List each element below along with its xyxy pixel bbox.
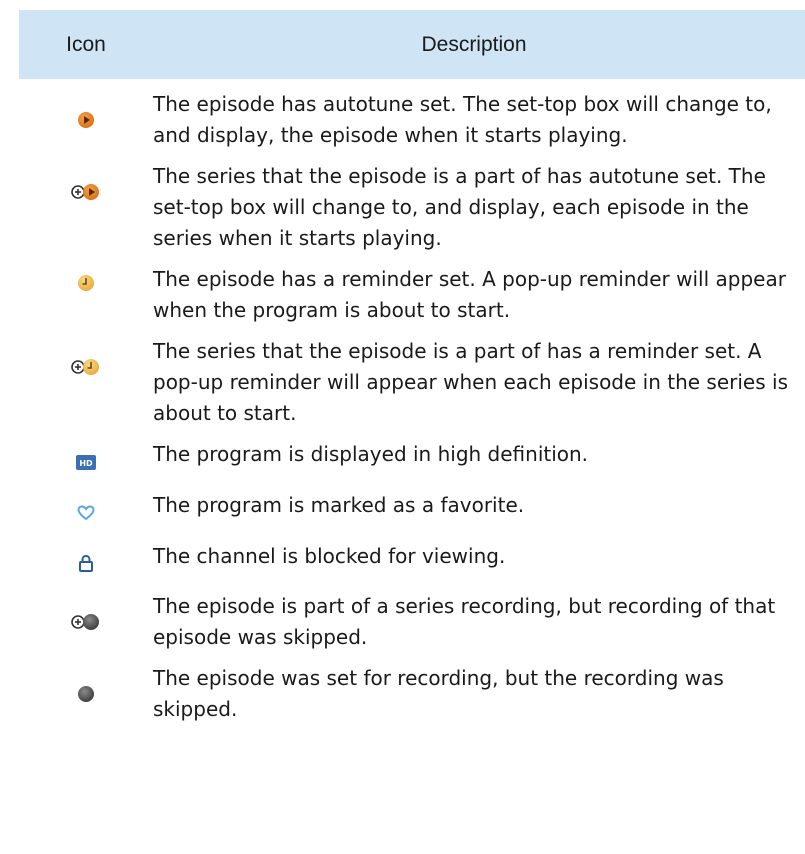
row-description: The episode has autotune set. The set-to… xyxy=(153,92,772,147)
row-description: The episode has a reminder set. A pop-up… xyxy=(153,267,786,322)
row-description: The series that the episode is a part of… xyxy=(153,164,766,250)
row-description: The channel is blocked for viewing. xyxy=(153,544,506,568)
series-reminder-icon xyxy=(71,355,101,379)
row-description: The series that the episode is a part of… xyxy=(153,339,788,425)
table-header: Icon Description xyxy=(19,10,805,79)
header-description-column: Description xyxy=(421,32,527,56)
reminder-icon xyxy=(71,271,101,295)
table-row: The episode has autotune set. The set-to… xyxy=(19,89,805,151)
table-row: The program is marked as a favorite. xyxy=(19,490,805,525)
table-row: HD The program is displayed in high defi… xyxy=(19,439,805,474)
hd-icon: HD xyxy=(71,450,101,474)
table-row: The series that the episode is a part of… xyxy=(19,336,805,429)
favorite-heart-icon xyxy=(71,501,101,525)
table-row: The channel is blocked for viewing. xyxy=(19,541,805,575)
table-row: The series that the episode is a part of… xyxy=(19,161,805,254)
table-row: The episode has a reminder set. A pop-up… xyxy=(19,264,805,326)
lock-icon xyxy=(71,551,101,575)
recording-skipped-icon xyxy=(71,682,101,706)
table-row: The episode is part of a series recordin… xyxy=(19,591,805,653)
icon-legend-table: Icon Description The episode has autotun… xyxy=(19,10,805,725)
row-description: The program is displayed in high definit… xyxy=(153,442,589,466)
row-description: The episode was set for recording, but t… xyxy=(153,666,724,721)
row-description: The program is marked as a favorite. xyxy=(153,493,525,517)
series-recording-skipped-icon xyxy=(71,610,101,634)
hd-icon-label: HD xyxy=(79,459,93,468)
row-description: The episode is part of a series recordin… xyxy=(153,594,776,649)
table-row: The episode was set for recording, but t… xyxy=(19,663,805,725)
header-icon-column: Icon xyxy=(66,32,106,56)
autotune-icon xyxy=(71,108,101,132)
series-autotune-icon xyxy=(71,180,101,204)
